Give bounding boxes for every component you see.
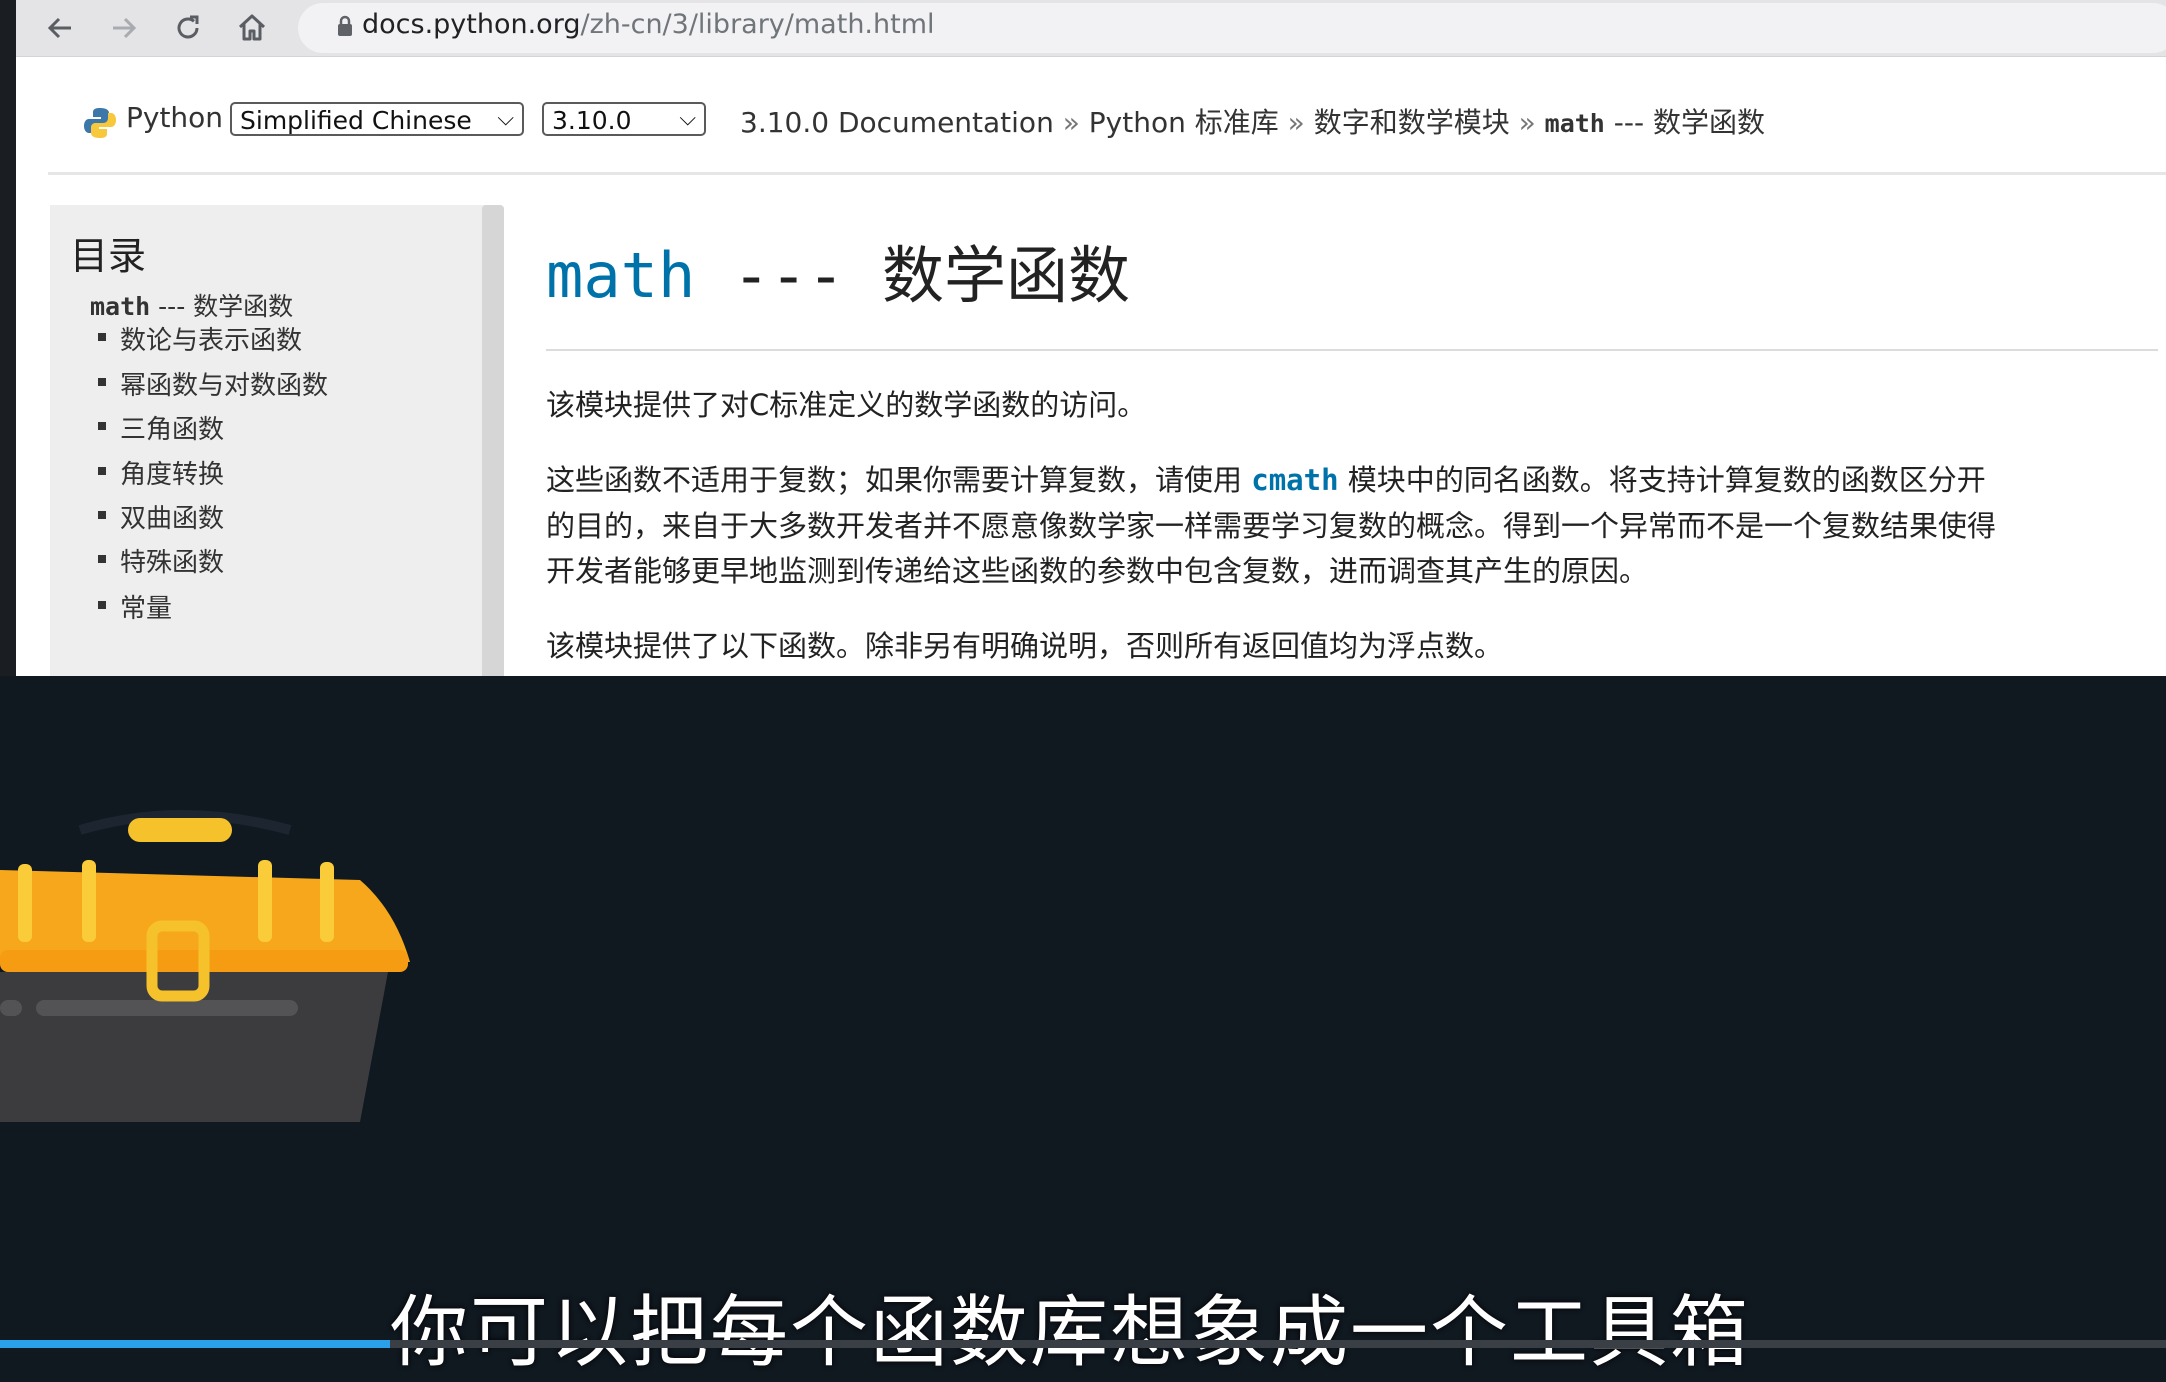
toc-item[interactable]: 角度转换 [120, 454, 224, 491]
toc-root-code: math [90, 292, 151, 321]
video-progress-bar[interactable] [0, 1340, 2166, 1348]
subtitle-caption: 你可以把每个函数库想象成一个工具箱 [390, 1288, 1751, 1378]
list-bullet [98, 555, 106, 563]
list-bullet [98, 422, 106, 430]
reload-button[interactable] [166, 6, 210, 50]
toc-root-link[interactable]: math --- 数学函数 [90, 287, 293, 323]
lock-icon [338, 15, 352, 36]
cmath-link[interactable]: cmath [1251, 463, 1338, 497]
home-button[interactable] [230, 6, 274, 50]
breadcrumb-separator: » [1518, 106, 1536, 139]
breadcrumb-current-rest: --- 数学函数 [1604, 106, 1765, 139]
chevron-down-icon: ⌵ [679, 106, 696, 131]
toolbox-icon [0, 810, 410, 1122]
breadcrumb-separator: » [1287, 106, 1305, 139]
breadcrumb-separator: » [1062, 106, 1080, 139]
video-frame-edge [0, 0, 16, 676]
paragraph-functions: 该模块提供了以下函数。除非另有明确说明，否则所有返回值均为浮点数。 [546, 629, 1504, 663]
page-title-text: 数学函数 [881, 239, 1130, 312]
address-bar: docs.python.org/zh-cn/3/library/math.htm… [16, 0, 2166, 57]
language-select-value: Simplified Chinese [240, 106, 472, 135]
toc-title: 目录 [70, 234, 147, 278]
forward-button[interactable] [102, 6, 146, 50]
language-select[interactable]: Simplified Chinese ⌵ [230, 102, 524, 136]
page-title-dash: --- [695, 239, 882, 312]
toc-item[interactable]: 特殊函数 [120, 542, 224, 579]
list-bullet [98, 511, 106, 519]
paragraph-complex-line2: 的目的，来自于大多数开发者并不愿意像数学家一样需要学习复数的概念。得到一个异常而… [546, 509, 1997, 543]
breadcrumb-documentation[interactable]: 3.10.0 Documentation [740, 106, 1054, 139]
divider [546, 349, 2158, 351]
toc-item[interactable]: 数论与表示函数 [120, 320, 302, 357]
toc-item[interactable]: 常量 [120, 588, 172, 625]
page-title: math --- 数学函数 [546, 225, 1130, 315]
breadcrumb-numeric-modules[interactable]: 数字和数学模块 [1314, 106, 1510, 139]
toc-item[interactable]: 三角函数 [120, 409, 224, 446]
paragraph-complex-line1: 这些函数不适用于复数；如果你需要计算复数，请使用 cmath 模块中的同名函数。… [546, 458, 1986, 503]
url-text[interactable]: docs.python.org/zh-cn/3/library/math.htm… [362, 9, 935, 40]
list-bullet [98, 467, 106, 475]
reload-icon [177, 15, 199, 39]
url-path: /zh-cn/3/library/math.html [580, 9, 935, 40]
breadcrumb-trail: 3.10.0 Documentation » Python 标准库 » 数字和数… [740, 101, 1765, 141]
home-icon [238, 14, 266, 41]
list-bullet [98, 333, 106, 341]
version-select-value: 3.10.0 [552, 106, 632, 135]
back-button[interactable] [38, 6, 82, 50]
url-host: docs.python.org [362, 9, 581, 40]
video-progress-fill [0, 1340, 390, 1348]
python-logo-icon [84, 108, 116, 138]
breadcrumb-current-code: math [1544, 109, 1605, 138]
paragraph-text: 这些函数不适用于复数；如果你需要计算复数，请使用 [546, 463, 1252, 497]
version-select[interactable]: 3.10.0 ⌵ [542, 102, 706, 136]
toc-item[interactable]: 双曲函数 [120, 498, 224, 535]
list-bullet [98, 378, 106, 386]
list-bullet [98, 601, 106, 609]
arrow-left-icon [47, 17, 71, 39]
arrow-right-icon [113, 17, 137, 39]
browser-window: docs.python.org/zh-cn/3/library/math.htm… [16, 0, 2166, 676]
related-nav-bar: Python » Simplified Chinese ⌵ 3.10.0 ⌵ 3.1… [48, 62, 2166, 175]
paragraph-intro: 该模块提供了对C标准定义的数学函数的访问。 [546, 388, 1147, 422]
chevron-down-icon: ⌵ [497, 106, 514, 131]
breadcrumb-home-label: Python [126, 101, 224, 134]
toc-root-rest: --- 数学函数 [150, 292, 294, 321]
breadcrumb-stdlib[interactable]: Python 标准库 [1089, 106, 1279, 139]
page-title-code: math [546, 239, 696, 312]
paragraph-complex-line3: 开发者能够更早地监测到传递给这些函数的参数中包含复数，进而调查其产生的原因。 [546, 554, 1649, 588]
sidebar-scrollbar[interactable] [482, 205, 504, 676]
paragraph-text: 模块中的同名函数。将支持计算复数的函数区分开 [1338, 463, 1986, 497]
toc-item[interactable]: 幂函数与对数函数 [120, 365, 328, 402]
